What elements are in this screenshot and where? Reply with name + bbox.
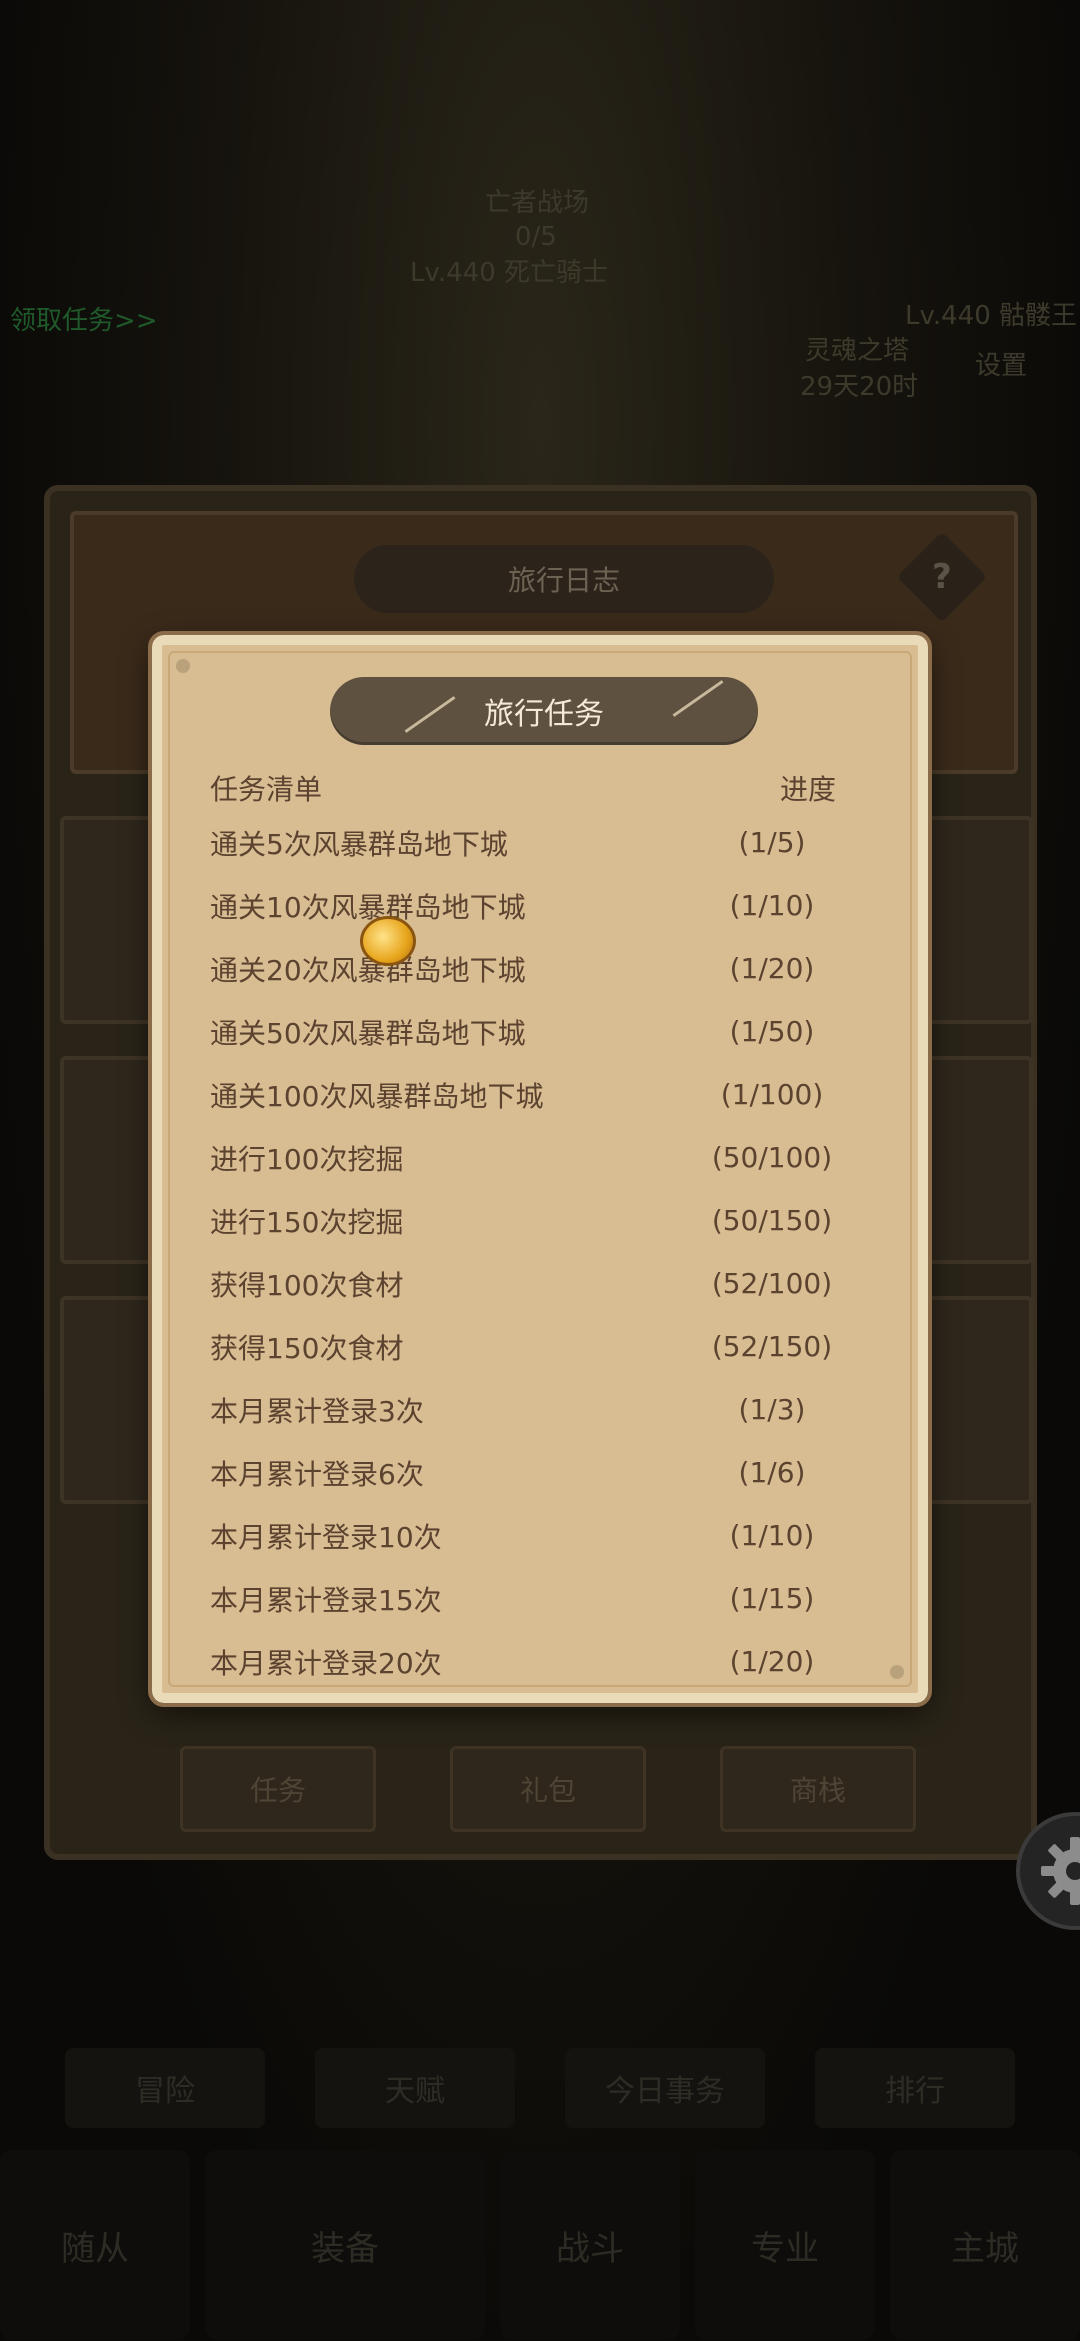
column-header-progress: 进度 xyxy=(780,773,837,806)
task-row: 通关20次风暴群岛地下城 (1/20) xyxy=(162,937,918,1000)
column-header-tasks: 任务清单 xyxy=(210,773,323,806)
nav-ranking[interactable]: 排行 xyxy=(815,2048,1015,2128)
task-progress: (1/5) xyxy=(738,826,806,859)
zone-title: 亡者战场 xyxy=(485,188,590,218)
task-name: 本月累计登录15次 xyxy=(210,1583,442,1617)
task-progress: (1/3) xyxy=(738,1393,806,1426)
task-name: 获得150次食材 xyxy=(210,1331,404,1365)
task-row: 通关10次风暴群岛地下城 (1/10) xyxy=(162,874,918,937)
boss-label: Lv.440 死亡骑士 xyxy=(410,258,609,288)
task-name: 获得100次食材 xyxy=(210,1268,404,1302)
task-name: 通关5次风暴群岛地下城 xyxy=(210,827,508,861)
task-row: 本月累计登录15次 (1/15) xyxy=(162,1567,918,1630)
task-name: 进行100次挖掘 xyxy=(210,1142,404,1176)
corner-nail xyxy=(176,659,190,673)
help-button[interactable]: ? xyxy=(896,531,988,623)
task-name: 本月累计登录3次 xyxy=(210,1394,424,1428)
task-row: 进行150次挖掘 (50/150) xyxy=(162,1189,918,1252)
title-decoration xyxy=(672,680,724,717)
task-progress: (1/15) xyxy=(729,1582,815,1615)
modal-title-text: 旅行任务 xyxy=(484,697,604,732)
tab-shop[interactable]: 商栈 xyxy=(720,1746,916,1832)
task-row: 获得100次食材 (52/100) xyxy=(162,1252,918,1315)
modal-title: 旅行任务 xyxy=(330,677,758,745)
task-row: 本月累计登录3次 (1/3) xyxy=(162,1378,918,1441)
task-progress: (50/100) xyxy=(711,1141,833,1174)
task-name: 进行150次挖掘 xyxy=(210,1205,404,1239)
task-row: 获得150次食材 (52/150) xyxy=(162,1315,918,1378)
task-progress: (52/150) xyxy=(711,1330,833,1363)
bottom-nav-followers[interactable]: 随从 xyxy=(0,2150,190,2340)
task-name: 本月累计登录10次 xyxy=(210,1520,442,1554)
right-sub[interactable]: 设置 xyxy=(975,345,1027,382)
task-name: 通关100次风暴群岛地下城 xyxy=(210,1079,544,1113)
nav-adventure[interactable]: 冒险 xyxy=(65,2048,265,2128)
bottom-nav-profession[interactable]: 专业 xyxy=(695,2150,875,2340)
task-progress: (1/6) xyxy=(738,1456,806,1489)
task-row: 通关5次风暴群岛地下城 (1/5) xyxy=(162,811,918,874)
right-slot-3 xyxy=(925,1296,1033,1504)
task-progress: (1/10) xyxy=(729,1519,815,1552)
task-row: 本月累计登录20次 (1/20) xyxy=(162,1630,918,1693)
nav-talent[interactable]: 天赋 xyxy=(315,2048,515,2128)
nav-daily[interactable]: 今日事务 xyxy=(565,2048,765,2128)
task-name: 通关50次风暴群岛地下城 xyxy=(210,1016,526,1050)
task-progress: (50/150) xyxy=(711,1204,833,1237)
right-name: Lv.440 骷髅王 xyxy=(905,301,1078,331)
bottom-nav-equipment[interactable]: 装备 xyxy=(205,2150,485,2340)
coin-icon xyxy=(360,916,416,966)
zone-count: 0/5 xyxy=(515,222,557,252)
bottom-nav-battle[interactable]: 战斗 xyxy=(500,2150,680,2340)
left-hint-link[interactable]: 领取任务>> xyxy=(10,300,158,337)
right-slot-1 xyxy=(925,816,1033,1024)
task-progress: (1/50) xyxy=(729,1015,815,1048)
title-decoration xyxy=(404,696,456,733)
task-row: 进行100次挖掘 (50/100) xyxy=(162,1126,918,1189)
task-row: 本月累计登录6次 (1/6) xyxy=(162,1441,918,1504)
timer-text: 29天20时 xyxy=(800,372,919,402)
task-progress: (1/100) xyxy=(720,1078,824,1111)
task-row: 本月累计登录10次 (1/10) xyxy=(162,1504,918,1567)
tab-gifts[interactable]: 礼包 xyxy=(450,1746,646,1832)
tower-name: 灵魂之塔 xyxy=(805,336,910,366)
help-icon: ? xyxy=(932,556,952,597)
task-progress: (52/100) xyxy=(711,1267,833,1300)
task-row: 通关50次风暴群岛地下城 (1/50) xyxy=(162,1000,918,1063)
task-name: 本月累计登录20次 xyxy=(210,1646,442,1680)
task-progress: (1/20) xyxy=(729,1645,815,1678)
task-list[interactable]: 通关5次风暴群岛地下城 (1/5) 通关10次风暴群岛地下城 (1/10) 通关20… xyxy=(162,811,918,1693)
gear-icon xyxy=(1041,1837,1080,1905)
task-progress: (1/10) xyxy=(729,889,815,922)
task-name: 本月累计登录6次 xyxy=(210,1457,424,1491)
tab-tasks[interactable]: 任务 xyxy=(180,1746,376,1832)
right-slot-2 xyxy=(925,1056,1033,1264)
travel-tasks-modal: 旅行任务 任务清单 进度 通关5次风暴群岛地下城 (1/5) 通关10次风暴群岛地… xyxy=(148,631,932,1707)
task-row: 通关100次风暴群岛地下城 (1/100) xyxy=(162,1063,918,1126)
travel-log-title: 旅行日志 xyxy=(354,545,774,613)
task-name: 通关10次风暴群岛地下城 xyxy=(210,890,526,924)
task-progress: (1/20) xyxy=(729,952,815,985)
bottom-nav-city[interactable]: 主城 xyxy=(890,2150,1080,2340)
